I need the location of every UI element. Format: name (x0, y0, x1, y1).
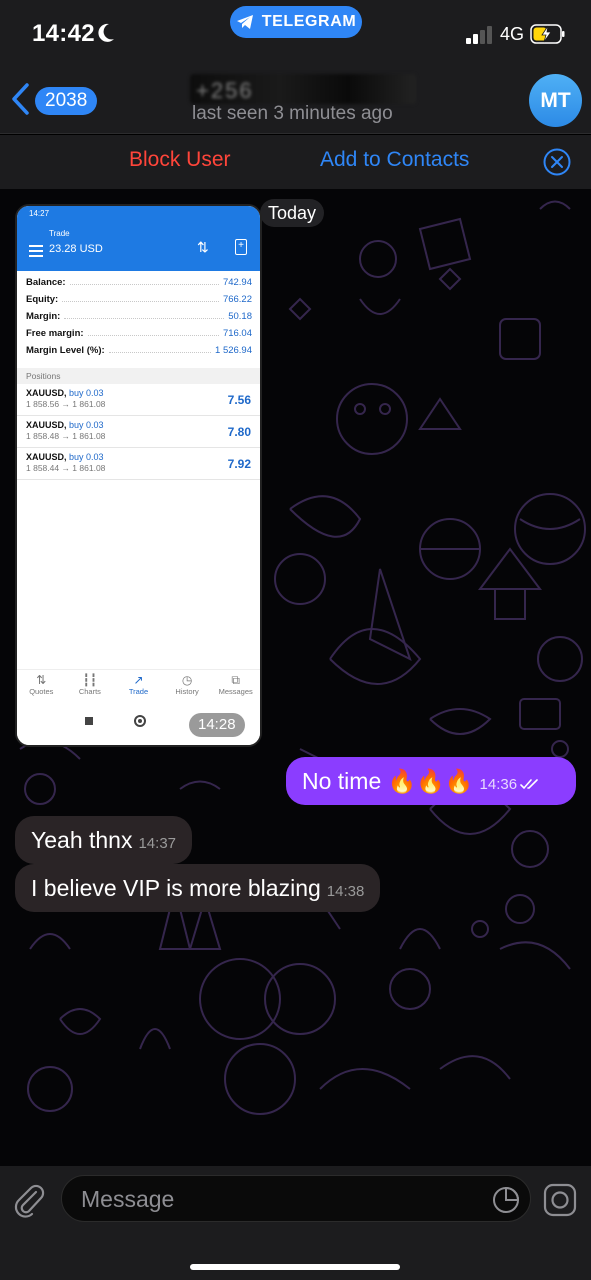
outgoing-message[interactable]: No time 🔥🔥🔥 14:36 (286, 757, 576, 805)
account-label: Margin Level (%): (26, 345, 105, 356)
trade-icon: ↗ (133, 673, 144, 687)
mt-app-header: Trade 23.28 USD ⇅ + (17, 225, 260, 271)
mt-balance-header: 23.28 USD (49, 243, 103, 255)
status-bar: 14:42 TELEGRAM 4G (0, 0, 591, 68)
unread-count-badge[interactable]: 2038 (35, 87, 98, 115)
attachment-clip-icon[interactable] (14, 1184, 46, 1218)
mt-tab-history: ◷ History (163, 670, 212, 705)
chat-area[interactable]: Today 14:27 Trade 23.28 USD ⇅ + Balance:… (0, 189, 591, 1166)
position-row: XAUUSD, buy 0.03 1 858.48 → 1 861.08 7.8… (17, 416, 260, 448)
position-row: XAUUSD, buy 0.03 1 858.56 → 1 861.08 7.5… (17, 384, 260, 416)
position-symbol: XAUUSD, (26, 420, 67, 430)
sort-arrows-icon: ⇅ (197, 239, 209, 255)
close-icon[interactable] (543, 148, 571, 176)
unknown-contact-action-bar: Block User Add to Contacts (0, 135, 591, 189)
position-profit: 7.56 (227, 393, 251, 407)
message-time: 14:36 (479, 776, 518, 793)
home-icon (134, 715, 146, 727)
message-text: I believe VIP is more blazing (31, 875, 321, 901)
home-indicator (190, 1264, 400, 1270)
position-profit: 7.92 (227, 457, 251, 471)
position-side: buy 0.03 (69, 388, 104, 398)
position-side: buy 0.03 (69, 420, 104, 430)
account-value: 742.94 (222, 277, 252, 288)
telegram-pill[interactable]: TELEGRAM (230, 6, 362, 38)
mt-tab-label: Quotes (29, 687, 54, 696)
date-separator: Today (260, 199, 325, 227)
back-chevron-icon[interactable] (8, 82, 32, 116)
quotes-icon: ⇅ (36, 673, 47, 687)
messages-icon: ⧉ (231, 673, 240, 687)
moon-icon (98, 23, 114, 42)
add-to-contacts-button[interactable]: Add to Contacts (320, 148, 469, 172)
hamburger-menu-icon (29, 245, 43, 260)
cellular-signal-icon (466, 26, 492, 44)
read-checkmarks-icon (520, 779, 538, 790)
mt-title: Trade (49, 229, 70, 238)
mt-tab-quotes: ⇅ Quotes (17, 670, 66, 705)
camera-icon[interactable] (543, 1183, 577, 1217)
position-row: XAUUSD, buy 0.03 1 858.44 → 1 861.08 7.9… (17, 448, 260, 480)
position-prices: 1 858.56 → 1 861.08 (26, 399, 106, 409)
incoming-message[interactable]: I believe VIP is more blazing 14:38 (15, 864, 381, 912)
message-text: No time 🔥🔥🔥 (302, 768, 474, 794)
mt-status-time: 14:27 (29, 209, 50, 218)
status-time: 14:42 (32, 20, 95, 47)
account-row: Balance: 742.94 (26, 277, 252, 294)
account-value: 1 526.94 (215, 345, 252, 356)
position-profit: 7.80 (227, 425, 251, 439)
network-type: 4G (500, 24, 525, 44)
mt-tab-label: History (175, 687, 199, 696)
mt-tab-label: Trade (128, 687, 149, 696)
recents-icon (85, 717, 93, 725)
mt-tab-charts: ┇┇ Charts (66, 670, 115, 705)
account-row: Free margin: 716.04 (26, 328, 252, 345)
position-prices: 1 858.44 → 1 861.08 (26, 463, 106, 473)
telegram-pill-label: TELEGRAM (261, 13, 357, 30)
contact-name-text: +256 (196, 78, 254, 103)
message-time: 14:37 (138, 835, 177, 852)
positions-header: Positions (17, 368, 260, 384)
account-label: Balance: (26, 277, 66, 288)
account-label: Equity: (26, 294, 59, 305)
message-time: 14:38 (326, 883, 365, 900)
account-label: Free margin: (26, 328, 84, 339)
mt-account-summary: Balance: 742.94 Equity: 766.22 Margin: 50.1… (17, 271, 260, 362)
position-side: buy 0.03 (69, 452, 104, 462)
mt-tab-messages: ⧉ Messages (211, 670, 260, 705)
account-label: Margin: (26, 311, 61, 322)
image-message[interactable]: 14:27 Trade 23.28 USD ⇅ + Balance: 742.94… (15, 204, 262, 747)
battery-charging-icon (530, 24, 565, 44)
chat-header: 2038 +256 last seen 3 minutes ago MT (0, 68, 591, 134)
account-row: Margin: 50.18 (26, 311, 252, 328)
mt-bottom-tabs: ⇅ Quotes ┇┇ Charts ↗ Trade ◷ History ⧉ Messag… (17, 669, 260, 705)
history-icon: ◷ (181, 673, 193, 687)
new-order-icon: + (235, 239, 247, 255)
account-value: 50.18 (228, 311, 252, 322)
account-value: 716.04 (222, 328, 252, 339)
mt-tab-trade: ↗ Trade (114, 670, 163, 705)
account-row: Margin Level (%): 1 526.94 (26, 345, 252, 362)
image-message-time: 14:28 (189, 713, 245, 737)
message-field[interactable] (61, 1175, 531, 1222)
last-seen-status: last seen 3 minutes ago (192, 103, 393, 124)
position-symbol: XAUUSD, (26, 388, 67, 398)
position-prices: 1 858.48 → 1 861.08 (26, 431, 106, 441)
contact-name-redacted[interactable]: +256 (190, 74, 416, 104)
mt-tab-label: Charts (78, 687, 101, 696)
sticker-icon[interactable] (492, 1186, 520, 1214)
charts-icon: ┇┇ (82, 673, 98, 687)
mt-status-bar: 14:27 (17, 206, 260, 225)
mt-tab-label: Messages (218, 687, 253, 696)
message-text: Yeah thnx (31, 827, 133, 853)
account-row: Equity: 766.22 (26, 294, 252, 311)
message-input[interactable] (79, 1184, 459, 1214)
telegram-icon (236, 15, 253, 29)
incoming-message[interactable]: Yeah thnx 14:37 (15, 816, 193, 864)
avatar[interactable]: MT (529, 74, 582, 127)
block-user-button[interactable]: Block User (129, 148, 231, 172)
position-symbol: XAUUSD, (26, 452, 67, 462)
account-value: 766.22 (222, 294, 252, 305)
message-composer (0, 1166, 591, 1280)
